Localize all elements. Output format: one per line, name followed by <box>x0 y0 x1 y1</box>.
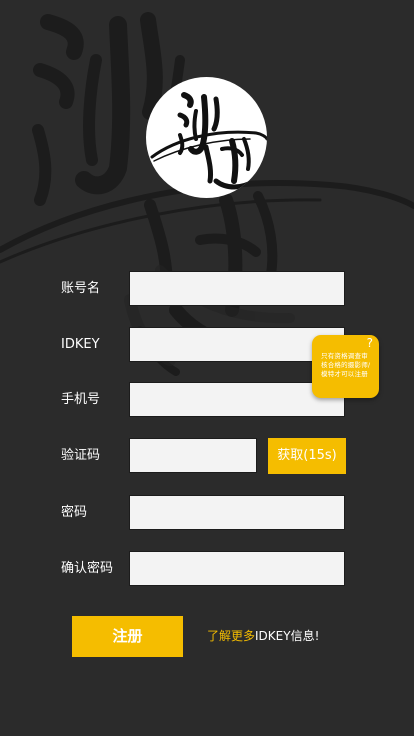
account-label: 账号名 <box>61 281 101 296</box>
idkey-tooltip[interactable]: ? 只有资格调查审核合格的摄影师/模特才可以注册 <box>312 335 379 398</box>
verification-code-input[interactable] <box>129 438 257 473</box>
get-code-button[interactable]: 获取(15s) <box>268 438 346 474</box>
form-row-confirm-password: 确认密码 <box>0 551 414 587</box>
form-row-verification-code: 验证码 获取(15s) <box>0 438 414 474</box>
form-row-password: 密码 <box>0 495 414 531</box>
idkey-label: IDKEY <box>61 337 100 352</box>
logo-calligraphy-icon: 沙就 <box>150 92 267 190</box>
register-button[interactable]: 注册 <box>72 616 183 657</box>
register-screen: 沙就 账号名 IDKEY 手机号 验证码 获取(15s) 密码 确认密码 ? 只… <box>0 0 414 736</box>
phone-label: 手机号 <box>61 392 101 407</box>
tooltip-text: 只有资格调查审核合格的摄影师/模特才可以注册 <box>321 352 371 378</box>
verification-code-label: 验证码 <box>61 448 101 463</box>
learn-more-suffix: IDKEY信息! <box>255 629 320 643</box>
logo: 沙就 <box>146 77 267 198</box>
learn-more-link[interactable]: 了解更多IDKEY信息! <box>207 626 319 646</box>
learn-more-prefix: 了解更多 <box>207 629 256 643</box>
form-row-account: 账号名 <box>0 271 414 307</box>
question-mark-icon[interactable]: ? <box>367 336 373 350</box>
confirm-password-label: 确认密码 <box>61 561 114 576</box>
confirm-password-input[interactable] <box>129 551 345 586</box>
password-input[interactable] <box>129 495 345 530</box>
password-label: 密码 <box>61 505 88 520</box>
account-input[interactable] <box>129 271 345 306</box>
